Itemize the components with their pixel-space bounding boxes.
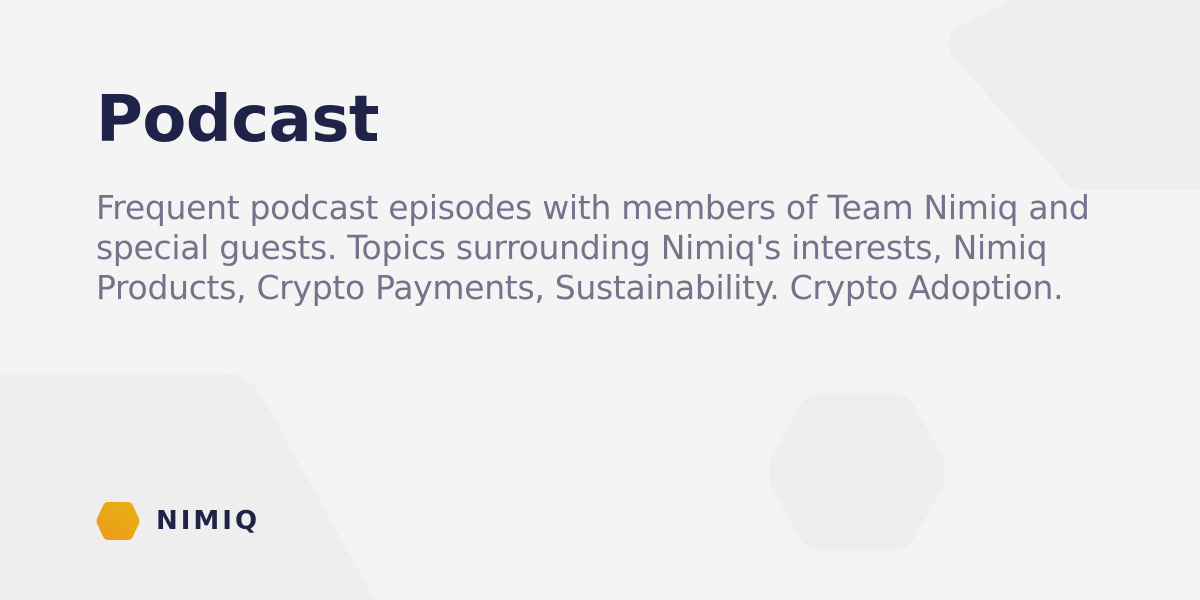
nimiq-logo: NIMIQ: [96, 499, 260, 543]
hexagon-bottom-left: [0, 373, 375, 600]
brand-name: NIMIQ: [156, 506, 261, 536]
podcast-card: Podcast Frequent podcast episodes with m…: [0, 0, 1200, 600]
hexagon-top-right: [948, 0, 1200, 190]
hexagon-bottom-middle: [769, 393, 945, 551]
page-description: Frequent podcast episodes with members o…: [96, 188, 1090, 307]
page-title: Podcast: [96, 83, 380, 157]
nimiq-hexagon-icon: [96, 502, 140, 540]
